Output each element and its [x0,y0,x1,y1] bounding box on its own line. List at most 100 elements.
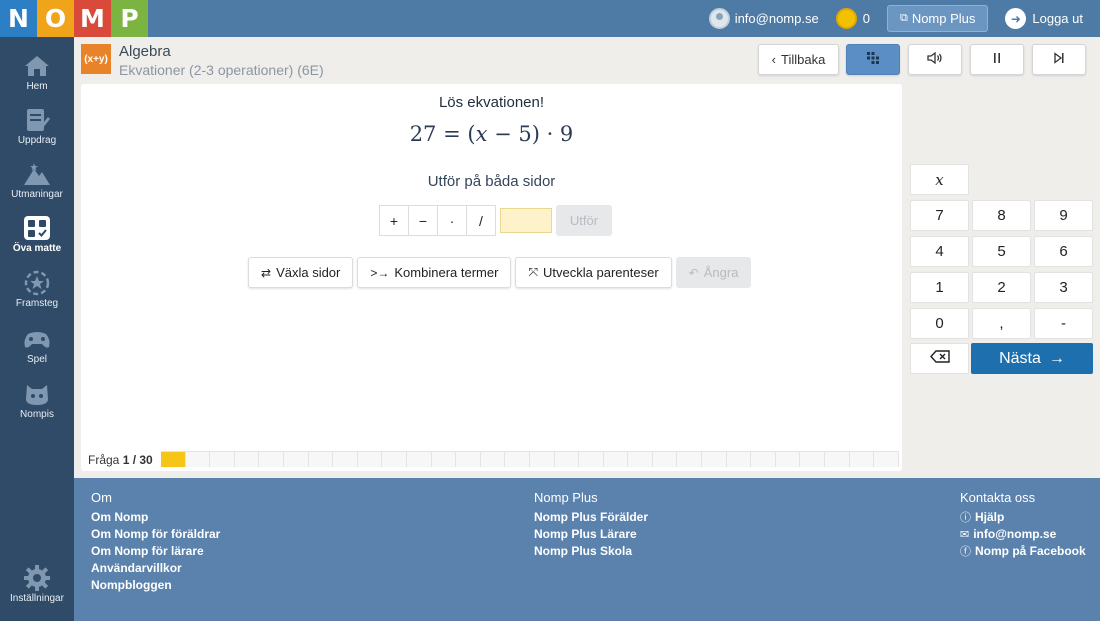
arrow-right-icon: → [1048,349,1065,367]
mail-icon: ✉ [960,528,970,541]
progress-cell [874,452,899,467]
progress-cell [210,452,235,467]
progress-cell [702,452,727,467]
progress-cell [308,452,334,467]
keypad-key-0[interactable]: 0 [910,308,969,339]
footer-link-larare[interactable]: Om Nomp för lärare [91,544,220,558]
keypad-key-9[interactable]: 9 [1034,200,1093,231]
footer-link-anvandarvillkor[interactable]: Användarvillkor [91,561,220,575]
footer-link-hjalp[interactable]: ⓘ Hjälp [960,510,1086,524]
divide-operator-button[interactable]: / [466,205,496,236]
sidebar-item-spel[interactable]: Spel [0,326,74,365]
keypad-key-8[interactable]: 8 [972,200,1031,231]
assignment-icon [22,107,52,133]
execute-button[interactable]: Utför [556,205,612,236]
footer-link-foraldrar[interactable]: Om Nomp för föräldrar [91,527,220,541]
question-counter-prefix: Fråga [88,453,123,467]
logo-letter-m: M [74,0,111,37]
calculator-icon [22,215,52,241]
sidebar-item-utmaningar[interactable]: Utmaningar [0,161,74,200]
combine-terms-button[interactable]: >→ Kombinera termer [357,257,512,288]
keypad-key-comma[interactable]: , [972,308,1031,339]
question-title: Lös ekvationen! [438,94,545,111]
sidebar-item-hem[interactable]: Hem [0,53,74,92]
logo-letter-o: O [37,0,74,37]
minus-operator-button[interactable]: − [408,205,438,236]
multiply-operator-button[interactable]: · [437,205,467,236]
progress-cell [357,452,383,467]
sidebar-item-nompis[interactable]: Nompis [0,381,74,420]
expand-parentheses-button[interactable]: ⤧ Utveckla parenteser [515,257,672,288]
top-bar: N O M P info@nomp.se 0 ⧉ Nomp Plus ➜ Log… [0,0,1100,37]
sidebar-item-ova-matte[interactable]: Öva matte [0,215,74,254]
coin-icon [835,8,857,29]
avatar-icon [708,8,730,29]
keypad-key-3[interactable]: 3 [1034,272,1093,303]
nomp-plus-label: Nomp Plus [911,11,976,26]
progress-cell [554,452,580,467]
swap-sides-button[interactable]: ⇄ Växla sidor [248,257,354,288]
sidebar-item-label: Öva matte [12,243,62,254]
facebook-icon: ⓕ [960,546,971,558]
gamepad-icon [22,326,52,352]
equation-left: 27 = ( [409,122,476,146]
footer-link-facebook[interactable]: ⓕ Nomp på Facebook [960,544,1086,558]
user-account[interactable]: info@nomp.se [708,8,819,29]
footer-link-plus-skola[interactable]: Nomp Plus Skola [534,544,648,558]
keypad-key-4[interactable]: 4 [910,236,969,267]
progress-cell [529,452,555,467]
skip-button[interactable] [1032,44,1086,75]
undo-button[interactable]: ↶ Ångra [675,257,752,288]
instruction-text: Utför på båda sidor [427,173,556,190]
sidebar-item-label: Framsteg [15,298,59,309]
keypad-toggle-button[interactable] [846,44,900,75]
progress-cell [677,452,703,467]
nomp-logo[interactable]: N O M P [0,0,148,37]
logout-button[interactable]: ➜ Logga ut [1005,8,1083,29]
question-card: Lös ekvationen! 27 = (x − 5) · 9 Utför p… [81,84,902,471]
progress-cell [333,452,358,467]
progress-cell [751,452,776,467]
progress-cell [579,452,604,467]
progress-cell [505,452,530,467]
backspace-button[interactable] [910,343,969,374]
plus-operator-button[interactable]: + [379,205,409,236]
external-link-icon: ⧉ [899,12,908,24]
back-button[interactable]: ‹ Tillbaka [758,44,839,75]
sidebar-item-label: Hem [26,81,48,92]
logout-icon: ➜ [1005,8,1027,29]
sidebar-item-framsteg[interactable]: Framsteg [0,270,74,309]
keypad-key-6[interactable]: 6 [1034,236,1093,267]
footer-link-om-nomp[interactable]: Om Nomp [91,510,220,524]
swap-icon: ⇄ [261,265,272,280]
lesson-badge: (x+y) [81,44,111,74]
progress-cell [185,452,211,467]
progress-cell [406,452,432,467]
nompis-icon [22,381,52,407]
footer-link-nompbloggen[interactable]: Nompbloggen [91,578,220,592]
footer-heading: Nomp Plus [534,490,598,505]
pause-button[interactable] [970,44,1024,75]
keypad-key-2[interactable]: 2 [972,272,1031,303]
footer-link-plus-larare[interactable]: Nomp Plus Lärare [534,527,648,541]
nomp-plus-button[interactable]: ⧉ Nomp Plus [886,5,989,32]
home-icon [22,53,52,79]
sidebar-item-installningar[interactable]: Inställningar [0,565,74,604]
next-button[interactable]: Nästa → [971,343,1093,374]
operand-input[interactable] [500,208,552,233]
keypad-key-x[interactable]: x [910,164,969,195]
keypad-key-7[interactable]: 7 [910,200,969,231]
progress-cell [382,452,407,467]
sidebar-item-label: Utmaningar [11,189,63,200]
sidebar: Hem Uppdrag Utmaningar Öva matte Framste… [0,37,74,621]
keypad-key-5[interactable]: 5 [972,236,1031,267]
sidebar-item-label: Uppdrag [17,135,57,146]
sound-button[interactable] [908,44,962,75]
footer-link-plus-foralder[interactable]: Nomp Plus Förälder [534,510,648,524]
progress-bar [161,451,899,467]
sidebar-item-uppdrag[interactable]: Uppdrag [0,107,74,146]
keypad-key-minus[interactable]: - [1034,308,1093,339]
equation-variable: x [475,122,488,146]
footer-link-email[interactable]: ✉ info@nomp.se [960,527,1086,541]
keypad-key-1[interactable]: 1 [910,272,969,303]
